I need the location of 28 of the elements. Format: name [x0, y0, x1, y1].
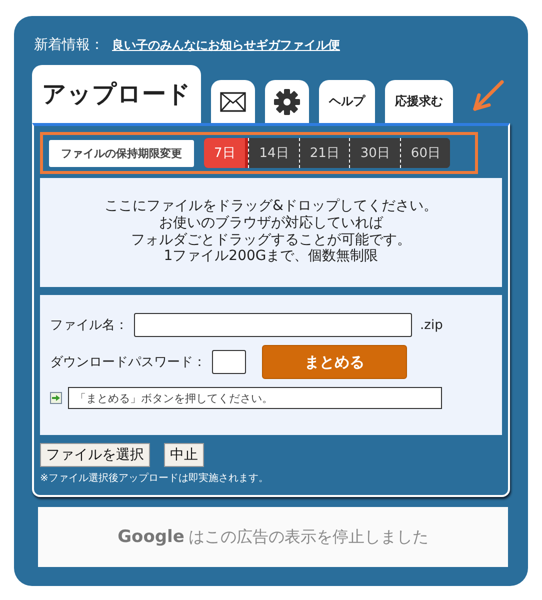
period-option[interactable]: 7日 — [204, 138, 248, 168]
news-label: 新着情報： — [34, 36, 104, 54]
mail-tab[interactable] — [211, 80, 255, 123]
tab[interactable]: アップロード — [32, 65, 201, 123]
password-label: ダウンロードパスワード： — [50, 354, 206, 372]
drop-instructions: ここにファイルをドラッグ&ドロップしてください。 お使いのブラウザが対応していれば フォルダごとドラッグすることが可能です。 1ファイル200Gまで、個数無制限 — [104, 198, 438, 266]
news-link[interactable]: 良い子のみんなにお知らせギガファイル便 — [112, 37, 340, 54]
tab[interactable]: 応援求む — [385, 80, 453, 123]
period-option[interactable]: 60日 — [400, 138, 450, 168]
google-label: Google — [118, 527, 184, 548]
envelope-icon — [220, 92, 246, 112]
choose-file-button[interactable]: ファイルを選択 — [40, 443, 150, 468]
filename-label: ファイル名： — [50, 317, 128, 334]
drop-zone[interactable]: ここにファイルをドラッグ&ドロップしてください。 お使いのブラウザが対応していれば フォルダごとドラッグすることが可能です。 1ファイル200Gまで、個数無制限 — [40, 178, 502, 288]
status-field[interactable]: 「まとめる」ボタンを押してください。 — [68, 387, 442, 410]
extension-label: .zip — [420, 318, 443, 333]
filename-field[interactable] — [134, 313, 412, 338]
ad-message: はこの広告の表示を停止しました — [188, 526, 428, 548]
upload-note: ※ファイル選択後アップロードは即実施されます。 — [40, 472, 270, 486]
settings-tab[interactable] — [265, 80, 309, 123]
arrow-icon — [471, 79, 505, 113]
tab[interactable]: ヘルプ — [319, 80, 375, 123]
cancel-button[interactable]: 中止 — [164, 443, 204, 468]
retention-label: ファイルの保持期限変更 — [49, 140, 194, 166]
settings-icon — [274, 88, 300, 114]
password-field[interactable] — [212, 350, 246, 374]
arrow-icon — [50, 392, 62, 404]
bundle-button[interactable]: まとめる — [262, 345, 407, 380]
